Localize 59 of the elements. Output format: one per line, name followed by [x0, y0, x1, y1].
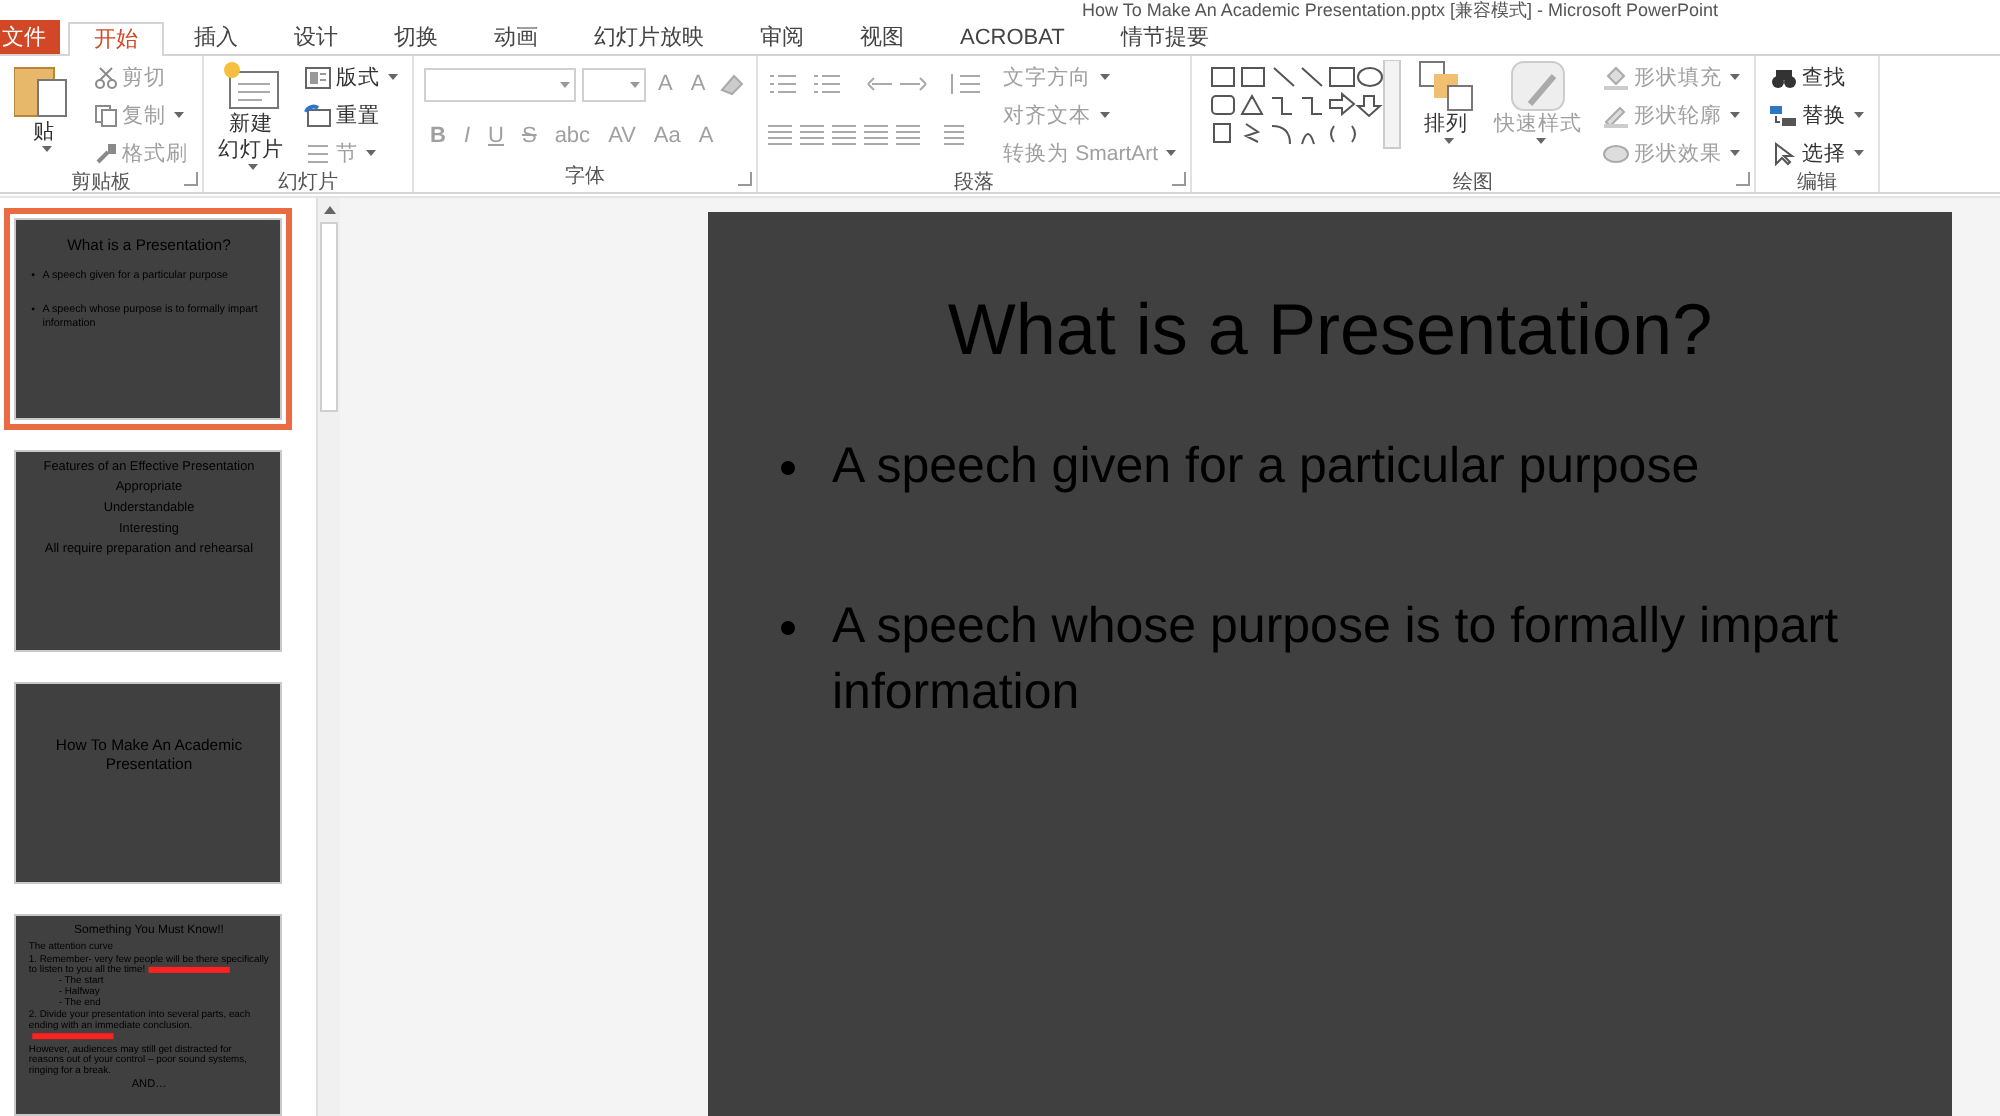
effects-icon: [1602, 141, 1631, 165]
alignment-icons[interactable]: [767, 122, 968, 150]
ribbon-tab[interactable]: 情节提要: [1094, 20, 1235, 54]
group-label: 绘图: [1451, 170, 1496, 198]
ribbon-tab[interactable]: 设计: [268, 20, 364, 54]
launcher-icon[interactable]: [1736, 172, 1751, 186]
section-icon: [304, 141, 332, 165]
group-label: 剪贴板: [69, 170, 133, 198]
launcher-icon[interactable]: [184, 172, 198, 186]
bullet-text: A speech given for a particular purpose: [832, 436, 1700, 498]
window-title: How To Make An Academic Presentation.pptx [兼容模式] - Microsoft PowerPoint: [1082, 0, 1718, 20]
ribbon-button[interactable]: 排列: [1414, 60, 1479, 144]
launcher-icon[interactable]: [1172, 172, 1187, 186]
reset-icon: [304, 103, 332, 127]
font-name-field[interactable]: [424, 67, 576, 101]
group-label: 段落: [951, 170, 996, 198]
copy-icon: [94, 103, 118, 127]
caret-icon: [630, 81, 640, 87]
binoculars-icon: [1770, 65, 1799, 89]
ribbon-button[interactable]: 版式: [300, 60, 402, 94]
bullet-icon: [780, 619, 796, 635]
launcher-icon[interactable]: [737, 172, 752, 186]
paint-bucket-icon: [1602, 65, 1631, 89]
scissors-icon: [94, 65, 118, 89]
layout-icon: [304, 65, 332, 89]
ribbon-tab[interactable]: 审阅: [734, 20, 830, 54]
scrollbar[interactable]: [316, 198, 340, 1116]
style-icon: [1510, 60, 1567, 112]
eraser-icon[interactable]: [717, 70, 746, 98]
ribbon-tab[interactable]: 插入: [168, 20, 264, 54]
replace-icon: [1770, 103, 1799, 127]
ribbon-button[interactable]: 查找: [1766, 60, 1869, 94]
ribbon-button[interactable]: 重置: [300, 98, 402, 132]
new-slide-icon: [221, 60, 281, 112]
ribbon-tab[interactable]: 幻灯片放映: [568, 20, 730, 54]
slide-title: What is a Presentation?: [945, 286, 1715, 372]
up-arrow-icon[interactable]: [323, 206, 335, 214]
ribbon-tab[interactable]: 开始: [68, 22, 164, 56]
ribbon-button[interactable]: 选择: [1766, 136, 1869, 170]
arrange-icon: [1418, 60, 1475, 112]
brush-icon: [94, 141, 118, 165]
scroll-thumb[interactable]: [320, 222, 338, 412]
ribbon-tab[interactable]: 切换: [368, 20, 464, 54]
ribbon-tab[interactable]: 视图: [834, 20, 930, 54]
group-label: 字体: [562, 164, 607, 192]
caret-icon: [560, 81, 570, 87]
ribbon-button[interactable]: 贴: [10, 60, 78, 152]
ribbon-tab[interactable]: ACROBAT: [934, 20, 1091, 54]
group-label: 幻灯片: [276, 170, 340, 198]
group-label: 编辑: [1795, 170, 1840, 198]
bullet-text: A speech whose purpose is to formally impart information: [832, 596, 1841, 724]
font-size-field[interactable]: [582, 67, 646, 101]
bullet-icon: [780, 459, 796, 475]
pencil-icon: [1602, 103, 1631, 127]
ribbon-button[interactable]: 新建 幻灯片: [214, 60, 288, 170]
ribbon-button[interactable]: 替换: [1766, 98, 1869, 132]
file-tab[interactable]: 文件: [0, 20, 60, 54]
ribbon-tab[interactable]: 动画: [468, 20, 564, 54]
pointer-icon: [1770, 141, 1799, 165]
